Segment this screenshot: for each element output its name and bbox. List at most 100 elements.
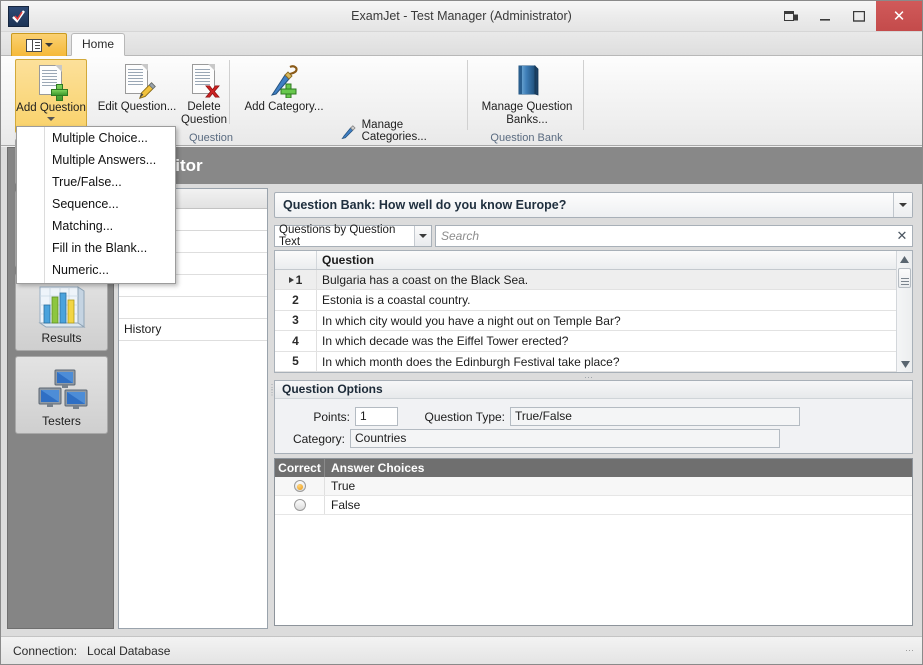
resize-grip-icon[interactable]: ⋯ <box>905 648 919 662</box>
menu-item-multiple-choice[interactable]: Multiple Choice... <box>17 127 175 149</box>
row-indicator: 1 <box>275 270 317 289</box>
application-menu-icon <box>26 39 42 52</box>
category-row-field: Category: Countries <box>275 429 914 448</box>
status-bar: Connection: Local Database ⋯ <box>1 636 922 664</box>
chevron-down-icon[interactable] <box>414 226 431 246</box>
row-question-text: In which month does the Edinburgh Festiv… <box>317 352 912 371</box>
filter-mode-combo[interactable]: Questions by Question Text <box>274 225 432 247</box>
triangle-down-icon[interactable] <box>897 356 913 372</box>
grid-vertical-scrollbar[interactable] <box>896 251 912 372</box>
table-row[interactable]: 4 In which decade was the Eiffel Tower e… <box>275 331 912 351</box>
answer-row[interactable]: True <box>275 477 912 496</box>
edit-question-label: Edit Question... <box>98 101 177 114</box>
menu-item-multiple-answers[interactable]: Multiple Answers... <box>17 149 175 171</box>
add-question-label: Add Question <box>16 102 86 115</box>
question-type-input[interactable]: True/False <box>510 407 800 426</box>
table-row[interactable]: 5 In which month does the Edinburgh Fest… <box>275 352 912 372</box>
row-number: 1 <box>296 273 303 287</box>
answer-correct-cell[interactable] <box>275 477 325 495</box>
answer-choices-grid: Correct Answer Choices True False <box>274 458 913 626</box>
search-box[interactable]: Search ✕ <box>435 225 913 247</box>
table-row[interactable]: 2 Estonia is a coastal country. <box>275 290 912 310</box>
vertical-splitter-handle[interactable]: ⋮⋮ <box>268 385 273 411</box>
page-title: on Editor <box>114 147 922 184</box>
row-number: 4 <box>292 334 299 348</box>
search-input[interactable]: Search <box>436 229 892 243</box>
book-icon <box>513 64 541 98</box>
row-indicator: 2 <box>275 290 317 309</box>
question-bank-selector[interactable]: Question Bank: How well do you know Euro… <box>274 192 913 218</box>
title-bar: ExamJet - Test Manager (Administrator) ✕ <box>1 1 922 32</box>
question-options-title: Question Options <box>275 381 912 399</box>
document-edit-icon <box>122 64 152 98</box>
question-options-panel: Question Options Points: 1 Question Type… <box>274 380 913 454</box>
points-input[interactable]: 1 <box>355 407 398 426</box>
ribbon-group-question-bank: Manage Question Banks... Question Bank <box>469 56 584 146</box>
row-indicator: 3 <box>275 311 317 330</box>
answer-correct-cell[interactable] <box>275 496 325 514</box>
row-indicator: 4 <box>275 331 317 350</box>
row-question-text: In which city would you have a night out… <box>317 311 912 330</box>
document-delete-icon <box>189 64 219 98</box>
row-number: 3 <box>292 313 299 327</box>
radio-selected-icon[interactable] <box>294 480 306 492</box>
triangle-up-icon[interactable] <box>897 251 912 267</box>
table-row[interactable]: 1 Bulgaria has a coast on the Black Sea. <box>275 270 912 290</box>
question-editor-panel: Question Bank: How well do you know Euro… <box>272 188 917 629</box>
scrollbar-thumb[interactable] <box>898 268 911 288</box>
ribbon-group-question-bank-label: Question Bank <box>469 132 584 144</box>
category-row[interactable] <box>119 297 267 319</box>
window-controls: ✕ <box>774 1 922 32</box>
pencil-icon <box>137 81 157 101</box>
close-button[interactable]: ✕ <box>876 1 922 31</box>
tab-home[interactable]: Home <box>71 33 125 56</box>
row-indicator: 5 <box>275 352 317 371</box>
add-category-label: Add Category... <box>244 101 323 114</box>
manage-question-banks-button[interactable]: Manage Question Banks... <box>477 59 577 133</box>
connection-label: Connection: <box>13 644 77 658</box>
answer-text: True <box>325 477 912 495</box>
sidebar-label-results: Results <box>41 331 81 345</box>
chevron-down-icon[interactable] <box>893 193 912 217</box>
sidebar-item-results[interactable]: Results <box>15 273 108 351</box>
group-separator-2 <box>583 60 584 130</box>
ribbon-tabstrip: Home <box>1 32 922 56</box>
chevron-down-icon <box>47 117 55 121</box>
category-row-history[interactable]: History <box>119 319 267 341</box>
grid-header: Question <box>275 251 912 270</box>
sidebar-item-testers[interactable]: Testers <box>15 356 108 434</box>
row-question-text: Estonia is a coastal country. <box>317 290 912 309</box>
menu-item-true-false[interactable]: True/False... <box>17 171 175 193</box>
category-label: Category: <box>275 432 345 446</box>
maximize-button[interactable] <box>842 1 876 32</box>
menu-item-matching[interactable]: Matching... <box>17 215 175 237</box>
add-question-button[interactable]: Add Question <box>15 59 87 133</box>
filter-mode-value: Questions by Question Text <box>275 224 414 248</box>
delete-question-button[interactable]: Delete Question <box>173 59 235 133</box>
row-number: 5 <box>292 354 299 368</box>
group-separator <box>467 60 468 130</box>
menu-item-sequence[interactable]: Sequence... <box>17 193 175 215</box>
manage-question-banks-label: Manage Question Banks... <box>477 101 577 127</box>
answer-header-choices: Answer Choices <box>325 459 912 477</box>
radio-unselected-icon[interactable] <box>294 499 306 511</box>
red-x-icon <box>204 83 221 100</box>
category-input[interactable]: Countries <box>350 429 780 448</box>
add-question-dropdown-menu: Multiple Choice... Multiple Answers... T… <box>16 126 176 284</box>
menu-item-numeric[interactable]: Numeric... <box>17 259 175 281</box>
menu-item-fill-in-the-blank[interactable]: Fill in the Blank... <box>17 237 175 259</box>
sidebar-label-testers: Testers <box>42 414 81 428</box>
restore-down-icon[interactable] <box>774 1 808 32</box>
minimize-button[interactable] <box>808 1 842 32</box>
application-window: ExamJet - Test Manager (Administrator) ✕ <box>0 0 923 665</box>
close-icon[interactable]: ✕ <box>892 226 912 246</box>
answer-row[interactable]: False <box>275 496 912 515</box>
edit-question-button[interactable]: Edit Question... <box>93 59 181 133</box>
add-category-button[interactable]: Add Category... <box>241 59 327 133</box>
manage-categories-button[interactable]: Manage Categories... <box>335 120 468 142</box>
points-label: Points: <box>275 410 350 424</box>
group-inner-separator <box>229 60 230 124</box>
application-menu-button[interactable] <box>11 33 67 56</box>
brush-add-icon <box>267 64 301 98</box>
table-row[interactable]: 3 In which city would you have a night o… <box>275 311 912 331</box>
